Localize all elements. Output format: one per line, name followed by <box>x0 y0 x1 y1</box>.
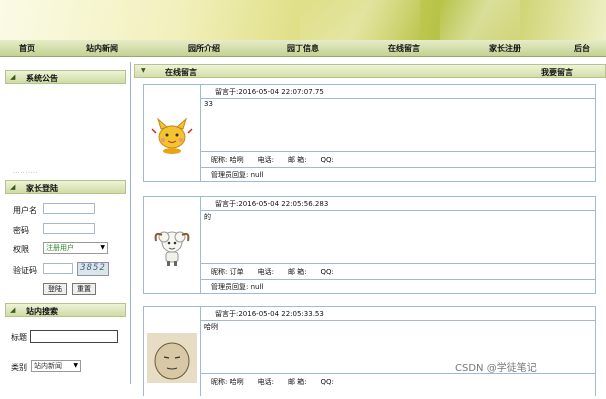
message-time-row: 留言于:2016-05-04 22:07:07.75 <box>201 85 595 99</box>
announcement-header: ◢ 系统公告 <box>5 70 126 84</box>
username-input[interactable] <box>43 203 95 214</box>
collapse-triangle-icon: ◢ <box>10 73 16 81</box>
search-title: 站内搜索 <box>26 307 58 316</box>
captcha-input[interactable] <box>43 263 73 274</box>
login-button[interactable]: 登陆 <box>43 283 67 295</box>
nav-item-news[interactable]: 站内新闻 <box>86 43 118 54</box>
message-reply-row: 管理员回复: null <box>201 167 595 182</box>
guestbook-title: 在线留言 <box>165 68 197 77</box>
message-meta-row: 昵称: 订单 电话: 邮 箱: QQ: <box>201 263 595 280</box>
message-time-row: 留言于:2016-05-04 22:05:33.53 <box>201 307 595 321</box>
search-input[interactable] <box>30 330 118 343</box>
sidebar: ◢ 系统公告 · · · · · · · · · · ◢ 家长登陆 用户名 密码… <box>5 62 126 384</box>
message-time: 留言于:2016-05-04 22:07:07.75 <box>215 88 324 96</box>
message-content: 的 <box>204 213 211 221</box>
search-header: ◢ 站内搜索 <box>5 303 126 317</box>
login-title: 家长登陆 <box>26 184 58 193</box>
collapse-triangle-icon: ◢ <box>10 306 16 314</box>
nav-item-home[interactable]: 首页 <box>19 43 35 54</box>
message-time: 留言于:2016-05-04 22:05:33.53 <box>215 310 324 318</box>
admin-reply: 管理员回复: null <box>211 283 264 291</box>
sheep-avatar-icon <box>154 231 190 266</box>
announcement-title: 系统公告 <box>26 74 58 83</box>
nav-item-admin[interactable]: 后台 <box>574 43 590 54</box>
message-time-row: 留言于:2016-05-04 22:05:56.283 <box>201 197 595 211</box>
column-divider <box>130 62 131 384</box>
message-meta: 昵称: 哈咧 电话: 邮 箱: QQ: <box>211 156 334 164</box>
reset-button[interactable]: 重置 <box>72 283 96 295</box>
nav-item-guestbook[interactable]: 在线留言 <box>388 43 420 54</box>
nav-item-about[interactable]: 园所介绍 <box>188 43 220 54</box>
dropdown-arrow-icon: ▼ <box>100 244 105 251</box>
message-time: 留言于:2016-05-04 22:05:56.283 <box>215 200 329 208</box>
role-select[interactable]: 注册用户 ▼ <box>43 242 108 254</box>
password-input[interactable] <box>43 223 95 234</box>
nav-item-teachers[interactable]: 园丁信息 <box>287 43 319 54</box>
yellow-cat-avatar-icon <box>151 117 193 154</box>
message-card: 留言于:2016-05-04 22:05:56.283 的 昵称: 订单 电话:… <box>143 196 596 294</box>
message-content-row: 33 <box>201 98 595 152</box>
announcement-text: · · · · · · · · · · <box>13 170 38 175</box>
message-content: 哈咧 <box>204 323 218 331</box>
avatar-column <box>144 307 201 396</box>
leave-message-link[interactable]: 我要留言 <box>541 67 573 78</box>
message-card: 留言于:2016-05-04 22:05:33.53 哈咧 昵称: 哈咧 电话:… <box>143 306 596 396</box>
avatar-column <box>144 197 201 293</box>
triangle-down-icon: ▼ <box>141 67 146 74</box>
collapse-triangle-icon: ◢ <box>10 183 16 191</box>
dropdown-arrow-icon: ▼ <box>73 362 78 369</box>
search-title-label: 标题 <box>11 333 27 342</box>
message-meta-row: 昵称: 哈咧 电话: 邮 箱: QQ: <box>201 151 595 168</box>
category-select-value: 站内新闻 <box>34 362 62 370</box>
login-header: ◢ 家长登陆 <box>5 180 126 194</box>
watermark: CSDN @学徒笔记 <box>455 363 537 374</box>
captcha-image[interactable]: 3852 <box>77 262 109 276</box>
role-label: 权限 <box>13 245 29 254</box>
message-meta-row: 昵称: 哈咧 电话: 邮 箱: QQ: <box>201 373 595 389</box>
message-content-row: 的 <box>201 210 595 264</box>
avatar-column <box>144 85 201 181</box>
role-select-value: 注册用户 <box>46 244 74 252</box>
message-meta: 昵称: 订单 电话: 邮 箱: QQ: <box>211 268 334 276</box>
nav-item-register[interactable]: 家长注册 <box>489 43 521 54</box>
username-label: 用户名 <box>13 206 37 215</box>
message-card: 留言于:2016-05-04 22:07:07.75 33 昵称: 哈咧 电话:… <box>143 84 596 182</box>
message-meta: 昵称: 哈咧 电话: 邮 箱: QQ: <box>211 378 334 386</box>
guestbook-header: ▼ 在线留言 我要留言 <box>134 64 606 78</box>
admin-reply: 管理员回复: null <box>211 171 264 179</box>
header-banner <box>0 0 606 40</box>
category-label: 类别 <box>11 363 27 372</box>
password-label: 密码 <box>13 226 29 235</box>
message-reply-row: 管理员回复: null <box>201 279 595 294</box>
main-nav: 首页 站内新闻 园所介绍 园丁信息 在线留言 家长注册 后台 <box>0 40 606 57</box>
category-select[interactable]: 站内新闻 ▼ <box>31 360 81 372</box>
captcha-label: 验证码 <box>13 266 37 275</box>
message-content: 33 <box>204 100 213 108</box>
